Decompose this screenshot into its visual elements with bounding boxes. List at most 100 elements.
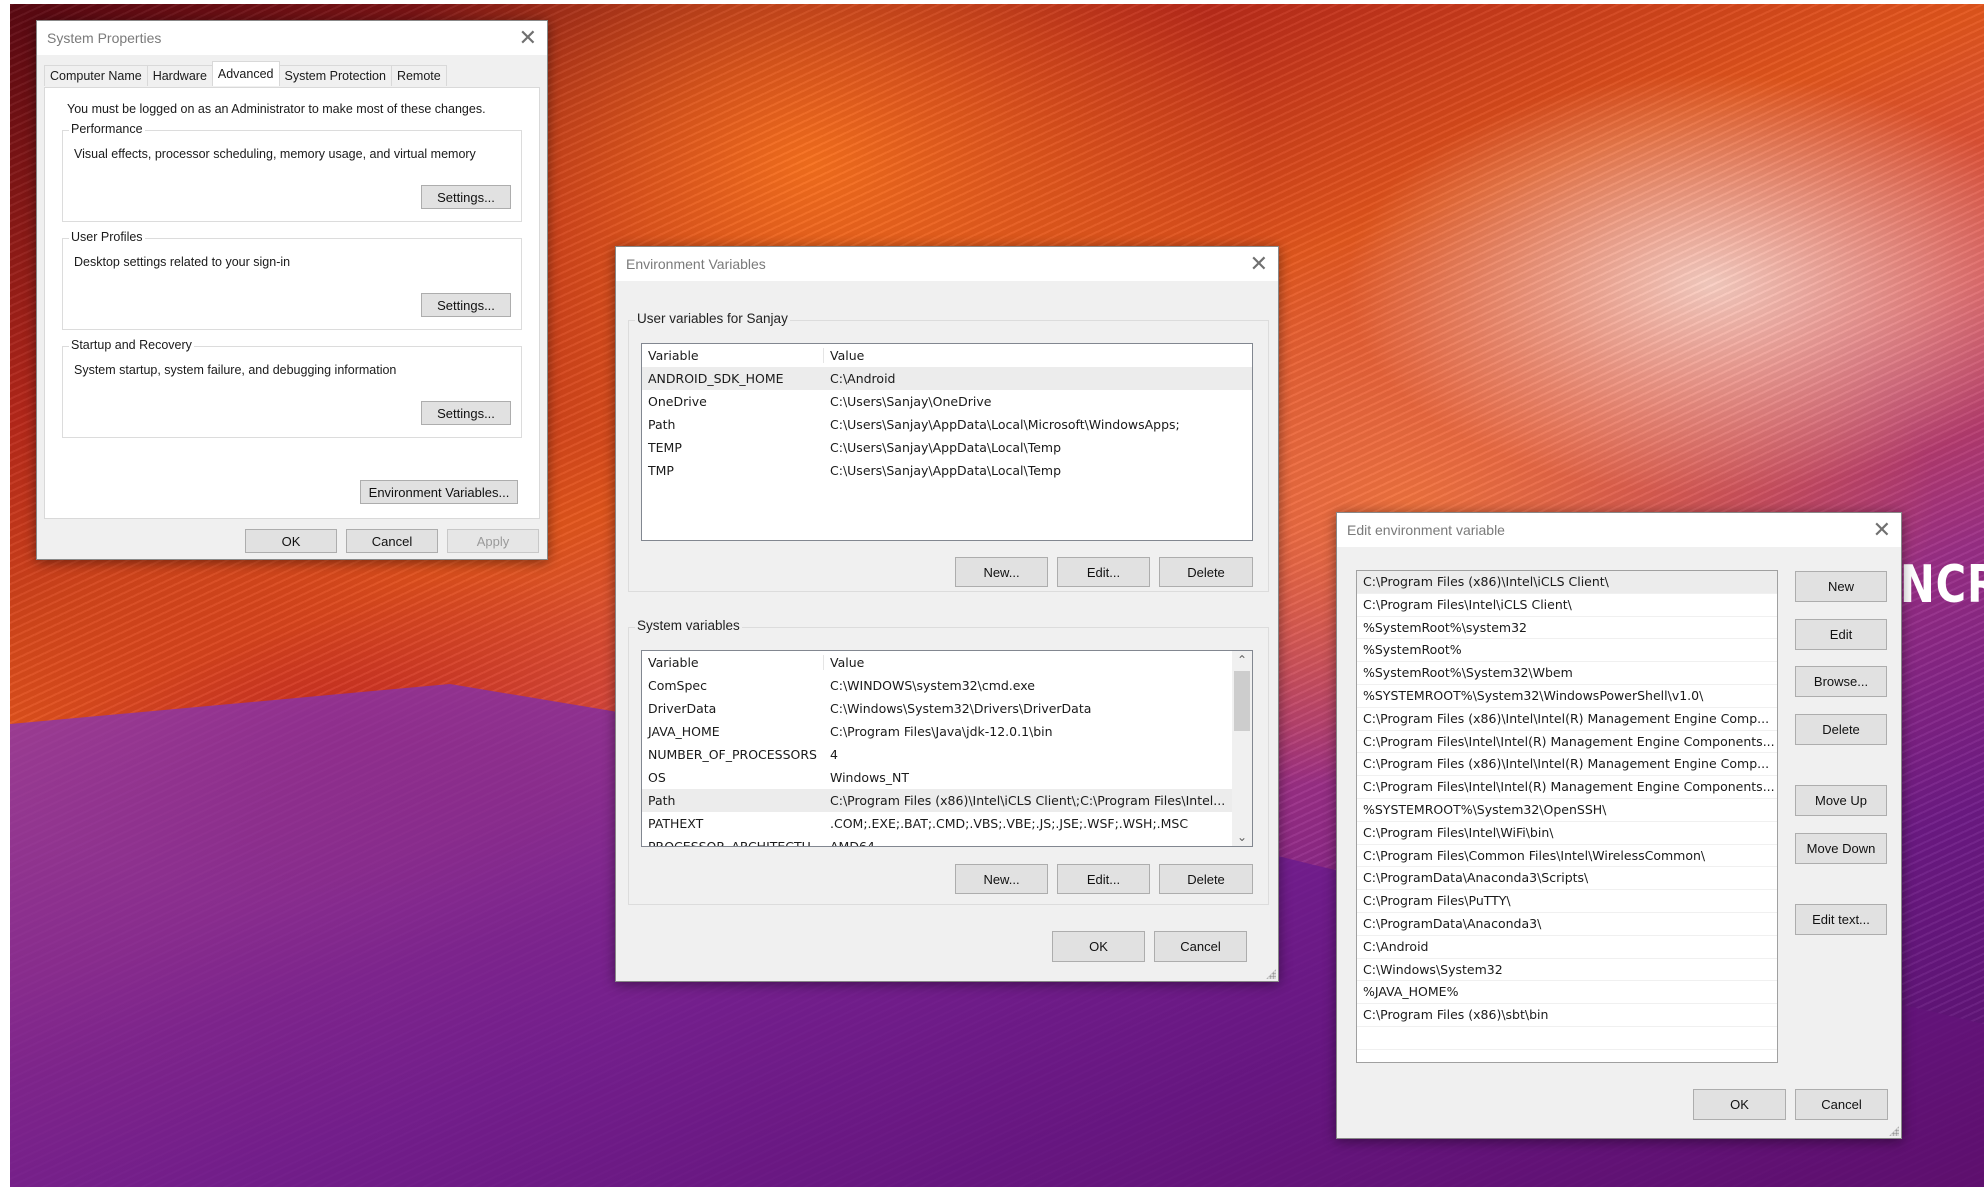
user-profiles-settings-button[interactable]: Settings... [421,293,511,317]
new-button[interactable]: New [1795,571,1887,602]
path-entry[interactable]: C:\Program Files (x86)\Intel\Intel(R) Ma… [1357,753,1777,777]
path-entry[interactable]: %SYSTEMROOT%\System32\WindowsPowerShell\… [1357,685,1777,708]
user-new-button[interactable]: New... [955,557,1048,587]
variable-row[interactable]: ANDROID_SDK_HOME C:\Android [642,367,1252,390]
path-entry[interactable]: %SystemRoot%\system32 [1357,617,1777,640]
variable-value: C:\Program Files (x86)\Intel\iCLS Client… [830,793,1226,808]
group-label: User Profiles [69,230,145,244]
system-edit-button[interactable]: Edit... [1057,864,1150,894]
delete-button[interactable]: Delete [1795,714,1887,745]
variable-value: AMD64 [830,839,875,847]
cancel-button[interactable]: Cancel [1154,931,1247,962]
variable-value: 4 [830,747,838,762]
column-header-variable[interactable]: Variable [642,348,824,363]
user-edit-button[interactable]: Edit... [1057,557,1150,587]
resize-grip[interactable] [1266,969,1276,979]
system-variables-list[interactable]: Variable Value ComSpec C:\WINDOWS\system32\… [641,650,1253,847]
ok-button[interactable]: OK [245,529,337,553]
user-variables-label: User variables for Sanjay [635,311,790,326]
variable-row[interactable]: ComSpec C:\WINDOWS\system32\cmd.exe [642,674,1232,697]
path-entry[interactable]: %SYSTEMROOT%\System32\OpenSSH\ [1357,799,1777,822]
variable-name: PATHEXT [648,816,704,831]
path-entry[interactable]: C:\Program Files\Common Files\Intel\Wire… [1357,845,1777,868]
title-bar[interactable]: System Properties ✕ [37,21,547,55]
path-entry[interactable] [1357,1050,1777,1062]
variable-row[interactable]: OneDrive C:\Users\Sanjay\OneDrive [642,390,1252,413]
ok-button[interactable]: OK [1693,1089,1786,1120]
move-up-button[interactable]: Move Up [1795,785,1887,816]
user-delete-button[interactable]: Delete [1159,557,1253,587]
close-icon[interactable]: ✕ [1250,253,1268,275]
resize-grip[interactable] [1889,1126,1899,1136]
system-delete-button[interactable]: Delete [1159,864,1253,894]
column-header-value[interactable]: Value [824,348,1252,363]
close-icon[interactable]: ✕ [1873,519,1891,541]
advanced-tab-panel: You must be logged on as an Administrato… [44,87,540,519]
path-entry[interactable]: C:\Program Files\PuTTY\ [1357,890,1777,913]
variable-row[interactable]: NUMBER_OF_PROCESSORS 4 [642,743,1232,766]
variable-row[interactable]: OS Windows_NT [642,766,1232,789]
close-icon[interactable]: ✕ [519,27,537,49]
variable-row[interactable]: DriverData C:\Windows\System32\Drivers\Dr… [642,697,1232,720]
apply-button[interactable]: Apply [447,529,539,553]
variable-row[interactable]: JAVA_HOME C:\Program Files\Java\jdk-12.0.… [642,720,1232,743]
variable-row[interactable]: Path C:\Users\Sanjay\AppData\Local\Micros… [642,413,1252,436]
path-entry[interactable]: C:\Android [1357,936,1777,959]
scroll-thumb[interactable] [1234,671,1250,731]
user-variables-group: User variables for Sanjay Variable Value A… [628,311,1269,592]
system-variables-group: System variables Variable Value ComSpec C:\… [628,618,1269,905]
path-entry[interactable]: C:\Windows\System32 [1357,959,1777,982]
path-entry[interactable]: C:\Program Files\Intel\Intel(R) Manageme… [1357,776,1777,799]
edit-environment-variable-dialog: Edit environment variable ✕ C:\Program F… [1336,512,1902,1139]
path-entry[interactable]: C:\Program Files\Intel\Intel(R) Manageme… [1357,731,1777,754]
ok-button[interactable]: OK [1052,931,1145,962]
title-bar[interactable]: Edit environment variable ✕ [1337,513,1901,547]
environment-variables-button[interactable]: Environment Variables... [360,480,518,504]
variable-row[interactable]: PROCESSOR_ARCHITECTU... AMD64 [642,835,1232,847]
edit-text-button[interactable]: Edit text... [1795,904,1887,935]
variable-row[interactable]: TMP C:\Users\Sanjay\AppData\Local\Temp [642,459,1252,482]
path-entry[interactable]: C:\Program Files (x86)\Intel\Intel(R) Ma… [1357,708,1777,731]
scroll-down-icon[interactable]: ⌄ [1232,828,1252,846]
title-bar[interactable]: Environment Variables ✕ [616,247,1278,281]
cancel-button[interactable]: Cancel [1795,1089,1888,1120]
system-new-button[interactable]: New... [955,864,1048,894]
path-entry[interactable]: C:\ProgramData\Anaconda3\ [1357,913,1777,936]
cancel-button[interactable]: Cancel [346,529,438,553]
path-entry[interactable] [1357,1027,1777,1050]
path-entry[interactable]: C:\ProgramData\Anaconda3\Scripts\ [1357,867,1777,891]
startup-recovery-settings-button[interactable]: Settings... [421,401,511,425]
scroll-up-icon[interactable]: ⌃ [1232,651,1252,669]
tab-computer-name[interactable]: Computer Name [44,65,148,86]
path-entry[interactable]: C:\Program Files (x86)\sbt\bin [1357,1004,1777,1027]
move-down-button[interactable]: Move Down [1795,833,1887,864]
user-variables-list[interactable]: Variable Value ANDROID_SDK_HOME C:\Android O… [641,343,1253,541]
performance-settings-button[interactable]: Settings... [421,185,511,209]
variable-row[interactable]: Path C:\Program Files (x86)\Intel\iCLS Cl… [642,789,1232,812]
variable-name: OneDrive [648,394,707,409]
path-entries-list[interactable]: C:\Program Files (x86)\Intel\iCLS Client… [1356,570,1778,1063]
path-entry[interactable]: C:\Program Files (x86)\Intel\iCLS Client… [1357,571,1777,594]
startup-recovery-group: Startup and Recovery System startup, sys… [62,338,522,438]
variable-row[interactable]: PATHEXT .COM;.EXE;.BAT;.CMD;.VBS;.VBE;.JS… [642,812,1232,835]
variable-row[interactable]: TEMP C:\Users\Sanjay\AppData\Local\Temp [642,436,1252,459]
variable-name: ANDROID_SDK_HOME [648,371,784,386]
edit-button[interactable]: Edit [1795,619,1887,650]
browse-button[interactable]: Browse... [1795,666,1887,697]
variable-name: TMP [648,463,674,478]
path-entry[interactable]: %SystemRoot%\System32\Wbem [1357,662,1777,685]
column-header-value[interactable]: Value [824,655,1232,670]
path-entry[interactable]: %JAVA_HOME% [1357,981,1777,1005]
group-description: System startup, system failure, and debu… [74,363,397,377]
path-entry[interactable]: C:\Program Files\Intel\WiFi\bin\ [1357,822,1777,845]
tab-hardware[interactable]: Hardware [146,65,213,86]
path-entry[interactable]: %SystemRoot% [1357,639,1777,663]
tab-system-protection[interactable]: System Protection [278,65,392,86]
variable-value: C:\Users\Sanjay\OneDrive [830,394,992,409]
path-entry[interactable]: C:\Program Files\Intel\iCLS Client\ [1357,594,1777,617]
variable-name: Path [648,793,676,808]
tab-advanced[interactable]: Advanced [211,61,280,86]
system-variables-scrollbar[interactable]: ⌃ ⌄ [1232,651,1252,846]
column-header-variable[interactable]: Variable [642,655,824,670]
tab-remote[interactable]: Remote [390,65,447,86]
